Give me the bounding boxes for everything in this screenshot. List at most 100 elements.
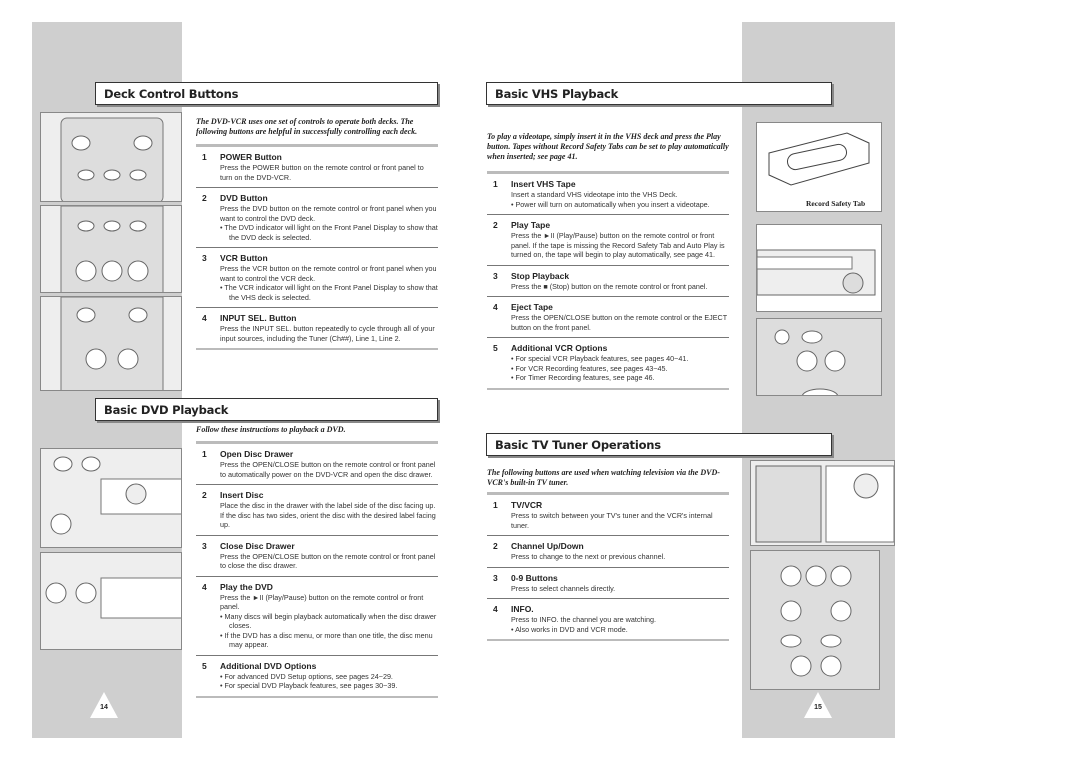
record-safety-tab-caption: Record Safety Tab <box>806 199 866 208</box>
step-description: Press to switch between your TV's tuner … <box>511 511 713 530</box>
step-bullet: • For Timer Recording features, see page… <box>511 373 655 382</box>
page-number-right: 15 <box>814 704 822 711</box>
step-number: 3 <box>493 270 498 281</box>
step-item: 1 Open Disc Drawer Press the OPEN/CLOSE bu… <box>196 441 438 484</box>
step-title: Additional VCR Options <box>511 343 608 353</box>
step-bullet-text: For VCR Recording features, see pages 43… <box>515 363 668 373</box>
step-title: Close Disc Drawer <box>220 540 295 551</box>
step-item: 4 Play the DVD Press the ►II (Play/Pause) … <box>196 575 438 655</box>
step-bullet: • For advanced DVD Setup options, see pa… <box>220 671 393 681</box>
step-bullet-text: The VCR indicator will light on the Fron… <box>224 283 438 302</box>
step-item: 4 INFO. Press to INFO. the channel you are… <box>487 598 729 641</box>
step-description: Press the DVD button on the remote contr… <box>220 204 437 223</box>
step-number: 4 <box>493 302 498 312</box>
step-item: 1 Insert VHS Tape Insert a standard VHS vi… <box>487 171 729 214</box>
step-description: Press to INFO. the channel you are watch… <box>511 615 657 624</box>
deck-control-steps: 1 POWER Button Press the POWER button on t… <box>196 144 438 350</box>
step-bullet-text: Also works in DVD and VCR mode. <box>515 624 628 634</box>
step-number: 2 <box>493 541 498 551</box>
step-title: Eject Tape <box>511 302 553 312</box>
page-number-left: 14 <box>100 704 108 711</box>
step-item: 3 VCR Button Press the VCR button on the r… <box>196 247 438 307</box>
step-bullet: • For special DVD Playback features, see… <box>220 681 398 690</box>
remote-control-illustration-middle <box>40 205 182 293</box>
step-item: 4 Eject Tape Press the OPEN/CLOSE button o… <box>487 296 729 337</box>
deck-control-intro: The DVD-VCR uses one set of controls to … <box>196 117 418 136</box>
step-description: Press to select channels directly. <box>511 583 616 593</box>
tv-tuner-steps: 1 TV/VCR Press to switch between your TV's… <box>487 492 729 641</box>
step-item: 3 Stop Playback Press the ■ (Stop) button … <box>487 264 729 297</box>
step-number: 5 <box>493 343 498 353</box>
step-item: 3 0-9 Buttons Press to select channels dir… <box>487 566 729 599</box>
step-item: 2 Insert Disc Place the disc in the drawer… <box>196 484 438 535</box>
step-title: INFO. <box>511 604 534 614</box>
remote-control-tv-illustration <box>750 550 880 690</box>
step-title: Play the DVD <box>220 581 273 592</box>
step-description: Insert a standard VHS videotape into the… <box>511 190 678 199</box>
step-bullet-text: For advanced DVD Setup options, see page… <box>224 671 393 681</box>
vhs-playback-steps: 1 Insert VHS Tape Insert a standard VHS vi… <box>487 171 729 390</box>
step-number: 1 <box>493 179 498 189</box>
tv-tuner-heading: Basic TV Tuner Operations <box>486 433 832 456</box>
remote-control-vhs-illustration <box>756 318 882 396</box>
dvd-playback-steps: 1 Open Disc Drawer Press the OPEN/CLOSE bu… <box>196 441 438 698</box>
step-item: 2 Channel Up/Down Press to change to the n… <box>487 535 729 567</box>
step-number: 1 <box>202 449 207 459</box>
step-bullet: • The DVD indicator will light on the Fr… <box>220 223 438 242</box>
dvd-play-illustration <box>40 552 182 650</box>
step-title: VCR Button <box>220 253 268 263</box>
step-item: 5 Additional VCR Options • For special VCR… <box>487 337 729 390</box>
step-number: 4 <box>493 604 498 614</box>
step-title: Play Tape <box>511 220 551 230</box>
step-item: 1 POWER Button Press the POWER button on t… <box>196 144 438 187</box>
step-description: Press the INPUT SEL. button repeatedly t… <box>220 324 435 343</box>
step-description: Press the POWER button on the remote con… <box>220 163 424 182</box>
step-title: Insert Disc <box>220 490 264 500</box>
step-description: Press the VCR button on the remote contr… <box>220 264 437 283</box>
step-number: 3 <box>202 540 207 551</box>
step-number: 3 <box>493 572 498 583</box>
step-title: Open Disc Drawer <box>220 449 294 459</box>
step-item: 2 DVD Button Press the DVD button on the r… <box>196 187 438 247</box>
tv-tuner-intro: The following buttons are used when watc… <box>487 468 720 487</box>
step-bullet-text: Power will turn on automatically when yo… <box>515 199 710 209</box>
dvd-playback-heading: Basic DVD Playback <box>95 398 438 421</box>
step-item: 2 Play Tape Press the ►II (Play/Pause) but… <box>487 214 729 265</box>
step-bullet: • For VCR Recording features, see pages … <box>511 363 668 373</box>
step-description: Press the OPEN/CLOSE button on the remot… <box>220 551 436 571</box>
vhs-playback-heading: Basic VHS Playback <box>486 82 832 105</box>
step-bullet: • The VCR indicator will light on the Fr… <box>220 283 438 302</box>
step-title: Stop Playback <box>511 270 570 281</box>
step-bullet: • Also works in DVD and VCR mode. <box>511 624 628 634</box>
step-item: 4 INPUT SEL. Button Press the INPUT SEL. b… <box>196 307 438 350</box>
dvd-playback-intro: Follow these instructions to playback a … <box>196 425 346 434</box>
step-item: 3 Close Disc Drawer Press the OPEN/CLOSE b… <box>196 534 438 576</box>
step-title: Additional DVD Options <box>220 660 317 671</box>
vhs-playback-intro: To play a videotape, simply insert it in… <box>487 132 729 161</box>
step-number: 3 <box>202 253 207 263</box>
step-item: 1 TV/VCR Press to switch between your TV's… <box>487 492 729 535</box>
step-bullet-text: For special VCR Playback features, see p… <box>515 354 689 363</box>
step-bullet: • Power will turn on automatically when … <box>511 199 710 209</box>
step-title: TV/VCR <box>511 500 543 510</box>
remote-control-illustration-top <box>40 112 182 202</box>
step-number: 2 <box>493 220 498 230</box>
remote-control-illustration-bottom <box>40 296 182 391</box>
step-description: Press the ►II (Play/Pause) button on the… <box>220 592 424 612</box>
step-bullet: • Many discs will begin playback automat… <box>220 611 437 631</box>
step-number: 1 <box>493 500 498 510</box>
step-title: 0-9 Buttons <box>511 572 558 583</box>
step-number: 2 <box>202 490 207 500</box>
step-description: Place the disc in the drawer with the la… <box>220 501 436 529</box>
step-description: Press the OPEN/CLOSE button on the remot… <box>220 460 436 479</box>
step-bullet-text: For special DVD Playback features, see p… <box>224 681 398 690</box>
step-bullet: • For special VCR Playback features, see… <box>511 354 689 363</box>
step-bullet-text: If the DVD has a disc menu, or more than… <box>224 630 433 650</box>
step-number: 1 <box>202 152 207 162</box>
step-bullet-text: For Timer Recording features, see page 4… <box>515 373 655 382</box>
step-description: Press the ►II (Play/Pause) button on the… <box>511 231 725 259</box>
step-description: Press the OPEN/CLOSE button on the remot… <box>511 313 727 332</box>
step-number: 4 <box>202 581 207 592</box>
deck-control-heading: Deck Control Buttons <box>95 82 438 105</box>
step-item: 5 Additional DVD Options • For advanced DV… <box>196 654 438 698</box>
